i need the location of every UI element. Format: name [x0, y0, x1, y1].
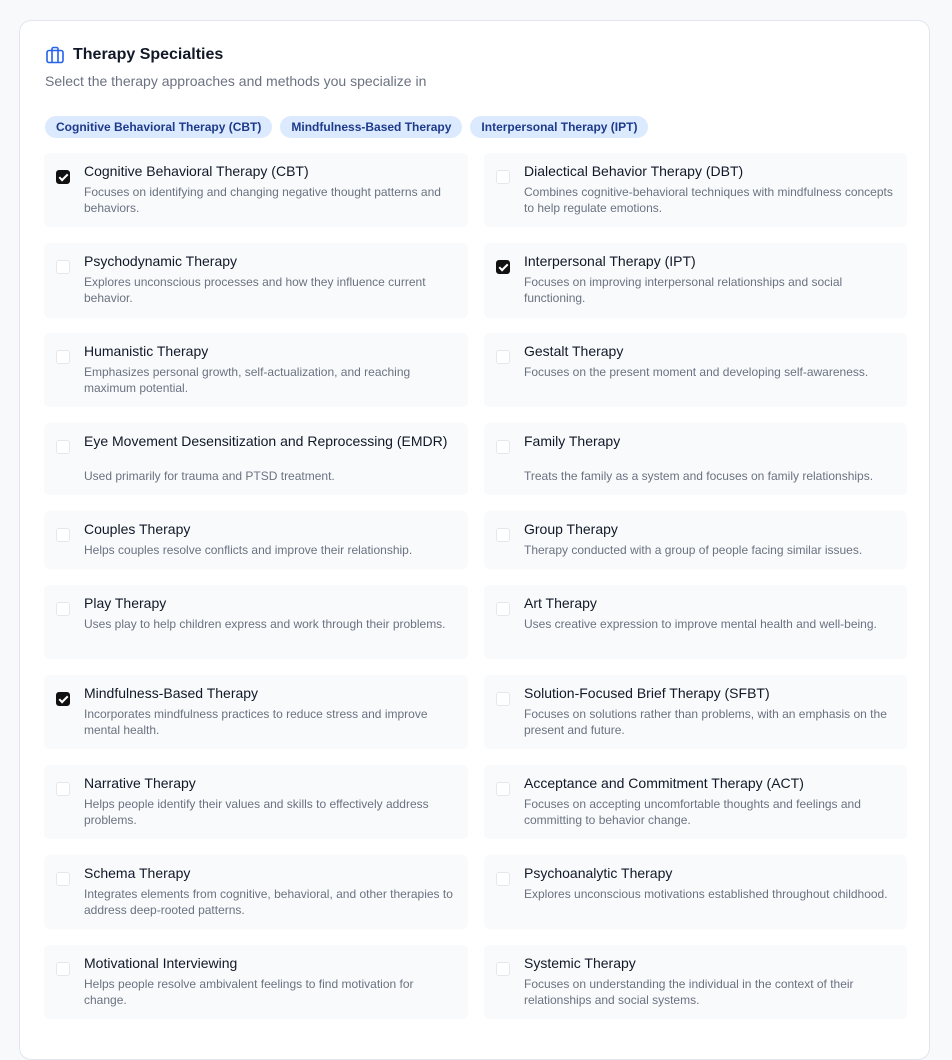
option-label: Cognitive Behavioral Therapy (CBT) [84, 163, 309, 179]
option-label: Family Therapy [524, 433, 621, 449]
option-checkbox[interactable] [56, 602, 70, 616]
therapy-option[interactable]: Family Therapy Treats the family as a sys… [484, 423, 907, 495]
selected-chip: Mindfulness-Based Therapy [280, 116, 463, 138]
option-label: Psychodynamic Therapy [84, 253, 238, 269]
option-description: Therapy conducted with a group of people… [524, 543, 863, 557]
therapy-option[interactable]: Group Therapy Therapy conducted with a gr… [484, 511, 907, 569]
option-checkbox[interactable] [56, 260, 70, 274]
therapy-option[interactable]: Cognitive Behavioral Therapy (CBT) Focuse… [44, 153, 468, 227]
therapy-option[interactable]: Play Therapy Uses play to help children e… [44, 585, 468, 659]
section-header: Therapy Specialties [45, 45, 223, 65]
option-checkbox[interactable] [56, 170, 70, 184]
option-description: Focuses on understanding the individual … [524, 977, 854, 1007]
therapy-option[interactable]: Systemic Therapy Focuses on understanding… [484, 945, 907, 1019]
option-description: Used primarily for trauma and PTSD treat… [84, 469, 335, 483]
section-subtitle: Select the therapy approaches and method… [45, 73, 427, 89]
option-description: Emphasizes personal growth, self-actuali… [84, 365, 411, 395]
option-label: Play Therapy [84, 595, 167, 611]
option-checkbox[interactable] [56, 782, 70, 796]
option-description: Focuses on identifying and changing nega… [84, 185, 441, 215]
therapy-option[interactable]: Psychoanalytic Therapy Explores unconscio… [484, 855, 907, 929]
option-label: Schema Therapy [84, 865, 191, 881]
therapy-specialties-card: Therapy Specialties Select the therapy a… [19, 20, 930, 1060]
option-description: Focuses on accepting uncomfortable thoug… [524, 797, 861, 827]
option-description: Explores unconscious motivations establi… [524, 887, 888, 901]
option-checkbox[interactable] [496, 692, 510, 706]
option-label: Art Therapy [524, 595, 597, 611]
option-checkbox[interactable] [56, 528, 70, 542]
option-description: Combines cognitive-behavioral techniques… [524, 185, 893, 215]
option-label: Eye Movement Desensitization and Reproce… [84, 433, 448, 449]
option-label: Acceptance and Commitment Therapy (ACT) [524, 775, 804, 791]
option-label: Dialectical Behavior Therapy (DBT) [524, 163, 744, 179]
option-description: Incorporates mindfulness practices to re… [84, 707, 428, 737]
therapy-option[interactable]: Acceptance and Commitment Therapy (ACT) F… [484, 765, 907, 839]
option-description: Explores unconscious processes and how t… [84, 275, 426, 305]
option-description: Focuses on solutions rather than problem… [524, 707, 887, 737]
therapy-option[interactable]: Couples Therapy Helps couples resolve con… [44, 511, 468, 569]
option-checkbox[interactable] [496, 872, 510, 886]
option-checkbox[interactable] [56, 440, 70, 454]
therapy-option[interactable]: Dialectical Behavior Therapy (DBT) Combin… [484, 153, 907, 227]
selected-chip: Interpersonal Therapy (IPT) [470, 116, 649, 138]
option-label: Humanistic Therapy [84, 343, 209, 359]
therapy-option[interactable]: Gestalt Therapy Focuses on the present mo… [484, 333, 907, 407]
briefcase-icon [45, 45, 65, 65]
option-checkbox[interactable] [56, 350, 70, 364]
option-checkbox[interactable] [496, 350, 510, 364]
option-description: Uses play to help children express and w… [84, 617, 446, 631]
therapy-option[interactable]: Narrative Therapy Helps people identify t… [44, 765, 468, 839]
option-label: Solution-Focused Brief Therapy (SFBT) [524, 685, 770, 701]
section-title: Therapy Specialties [73, 46, 224, 63]
option-description: Helps people resolve ambivalent feelings… [84, 977, 414, 1007]
therapy-option[interactable]: Interpersonal Therapy (IPT) Focuses on im… [484, 243, 907, 318]
option-description: Helps people identify their values and s… [84, 797, 429, 827]
option-checkbox[interactable] [56, 872, 70, 886]
option-label: Psychoanalytic Therapy [524, 865, 673, 881]
therapy-option[interactable]: Motivational Interviewing Helps people re… [44, 945, 468, 1019]
selected-chip: Cognitive Behavioral Therapy (CBT) [45, 116, 273, 138]
option-description: Focuses on improving interpersonal relat… [524, 275, 843, 305]
option-label: Systemic Therapy [524, 955, 636, 971]
option-checkbox[interactable] [496, 260, 510, 274]
therapy-option[interactable]: Humanistic Therapy Emphasizes personal gr… [44, 333, 468, 407]
option-checkbox[interactable] [496, 602, 510, 616]
therapy-option[interactable]: Solution-Focused Brief Therapy (SFBT) Foc… [484, 675, 907, 749]
option-label: Mindfulness-Based Therapy [84, 685, 259, 701]
option-checkbox[interactable] [496, 170, 510, 184]
option-checkbox[interactable] [56, 962, 70, 976]
option-description: Integrates elements from cognitive, beha… [84, 887, 453, 917]
option-label: Couples Therapy [84, 521, 191, 537]
therapy-option[interactable]: Psychodynamic Therapy Explores unconsciou… [44, 243, 468, 318]
option-checkbox[interactable] [56, 692, 70, 706]
option-description: Focuses on the present moment and develo… [524, 365, 869, 379]
option-checkbox[interactable] [496, 782, 510, 796]
option-description: Uses creative expression to improve ment… [524, 617, 877, 631]
therapy-option[interactable]: Art Therapy Uses creative expression to i… [484, 585, 907, 659]
option-label: Gestalt Therapy [524, 343, 624, 359]
option-label: Motivational Interviewing [84, 955, 238, 971]
option-description: Treats the family as a system and focuse… [524, 469, 874, 483]
option-label: Narrative Therapy [84, 775, 196, 791]
option-label: Interpersonal Therapy (IPT) [524, 253, 696, 269]
option-label: Group Therapy [524, 521, 618, 537]
therapy-option[interactable]: Eye Movement Desensitization and Reproce… [44, 423, 468, 495]
selected-chips: Cognitive Behavioral Therapy (CBT) Mindf… [45, 116, 649, 138]
option-checkbox[interactable] [496, 528, 510, 542]
option-description: Helps couples resolve conflicts and impr… [84, 543, 413, 557]
therapy-option[interactable]: Mindfulness-Based Therapy Incorporates mi… [44, 675, 468, 749]
therapy-option[interactable]: Schema Therapy Integrates elements from c… [44, 855, 468, 929]
option-checkbox[interactable] [496, 962, 510, 976]
option-checkbox[interactable] [496, 440, 510, 454]
